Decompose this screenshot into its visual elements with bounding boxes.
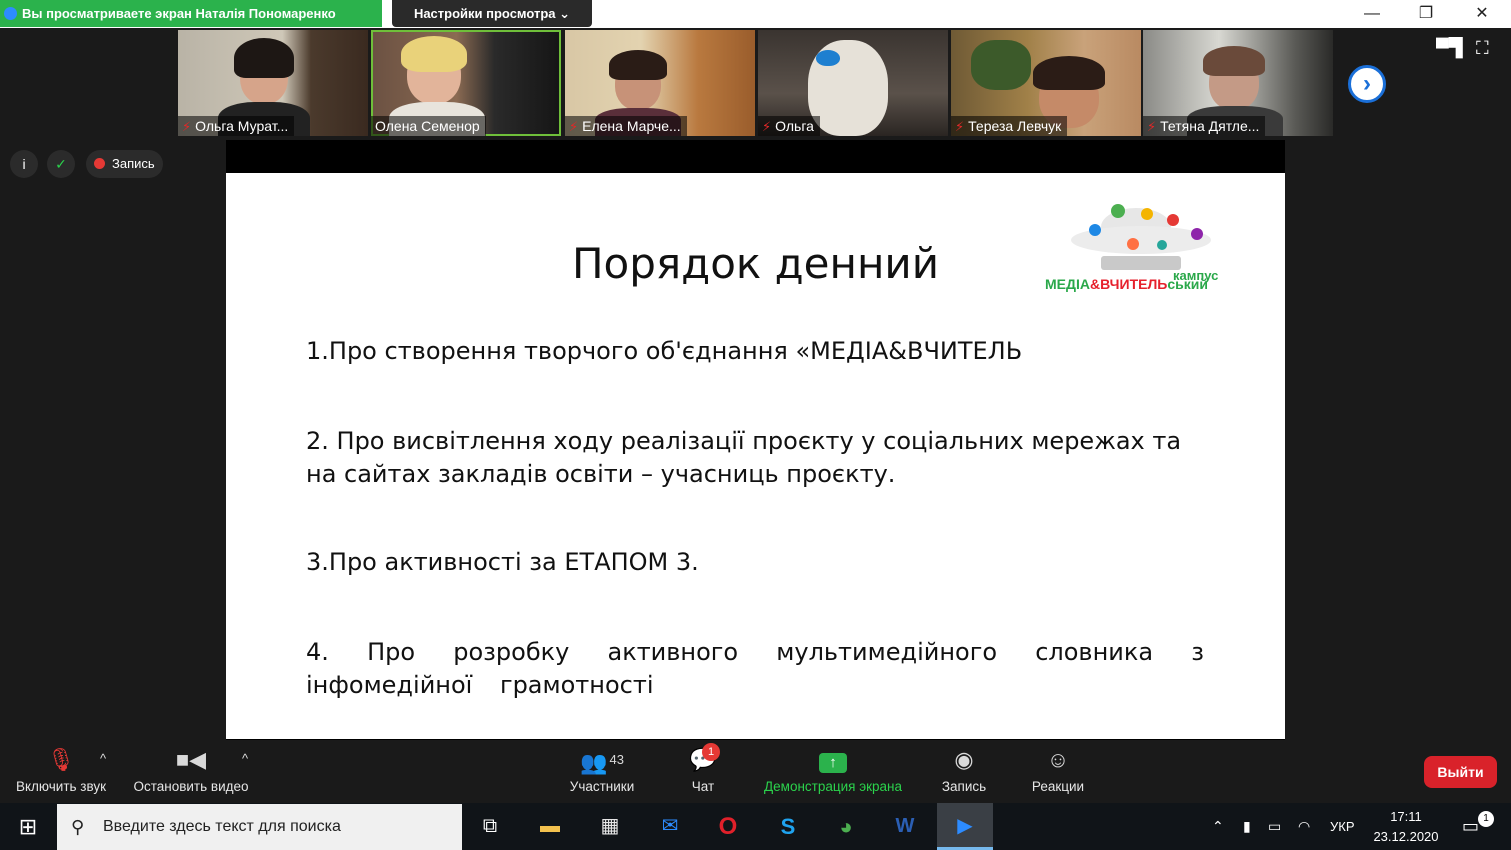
mail-icon[interactable]: ✉ [642,803,698,850]
notification-center-icon[interactable]: ▭ [1462,803,1479,850]
meeting-info-icon[interactable]: i [10,150,38,178]
video-tile[interactable]: ⚡ Елена Марче... [565,30,755,136]
video-camera-icon: ■◀ [175,747,207,772]
video-tile[interactable]: ⚡ Тереза Левчук [951,30,1141,136]
restore-button[interactable]: ❐ [1404,0,1448,27]
presentation-slide: кампус МЕДІА&ВЧИТЕЛЬський Порядок денний… [226,173,1285,739]
skype-icon[interactable]: S [760,803,816,850]
opera-browser-icon[interactable]: O [700,803,756,850]
search-icon: ⚲ [71,817,85,837]
minimize-button[interactable]: — [1350,0,1394,27]
participant-name-label: ⚡ Ольга Мурат... [178,116,295,136]
video-options-caret[interactable]: ^ [242,751,248,766]
agenda-item-1: 1.Про створення творчого об'єднання «МЕД… [306,337,1023,365]
notification-count-badge: 1 [1478,811,1494,827]
muted-mic-icon: ⚡ [1147,119,1157,134]
audio-options-caret[interactable]: ^ [100,751,106,766]
close-window-button[interactable]: ✕ [1460,0,1504,27]
muted-mic-icon: ⚡ [569,119,579,134]
recording-indicator[interactable]: Запись [86,150,163,178]
show-hidden-icons-chevron[interactable]: ⌃ [1212,803,1224,850]
store-icon[interactable]: ▦ [582,803,638,850]
logo-dot [1089,224,1101,236]
participant-video-strip: ⚡ Ольга Мурат... Олена Семенор ⚡ Елена Мар… [0,28,1511,138]
reactions-button[interactable]: ☺ Реакции [1026,741,1090,803]
muted-mic-icon: ⚡ [762,119,772,134]
agenda-item-2: 2. Про висвітлення ходу реалізації проєк… [306,427,1182,488]
video-tile[interactable]: ⚡ Ольга Мурат... [178,30,368,136]
participant-hair [234,38,294,78]
share-screen-button[interactable]: ↑ Демонстрация экрана [756,741,910,803]
participants-count: 43 [609,752,624,767]
smiley-plus-icon: ☺ [1046,747,1070,772]
agenda-item-3: 3.Про активності за ЕТАПОМ 3. [306,548,699,576]
layout-toggle-icon[interactable]: ▀▜ [1436,38,1463,59]
muted-microphone-icon: 🎙 [47,747,75,772]
wifi-icon[interactable]: ◠ [1298,803,1310,850]
taskbar-clock[interactable]: 17:11 23.12.2020 [1366,807,1446,847]
participant-name-label: Олена Семенор [371,116,486,136]
clock-date: 23.12.2020 [1373,829,1439,844]
logo-dot [1141,208,1153,220]
video-tile[interactable]: ⚡ Тетяна Дятле... [1143,30,1333,136]
fullscreen-icon[interactable]: ⛶ [1476,38,1489,59]
share-screen-icon: ↑ [819,753,847,773]
screen-share-banner: Вы просматриваете экран Наталія Пономаре… [0,0,382,27]
zoom-logo-icon [4,7,17,20]
participant-hair [609,50,667,80]
slide-title: Порядок денний [571,239,940,288]
recording-dot-icon [94,158,105,169]
muted-mic-icon: ⚡ [955,119,965,134]
taskbar-search-input[interactable]: ⚲ Введите здесь текст для поиска [57,804,462,850]
title-bar: Вы просматриваете экран Наталія Пономаре… [0,0,1511,28]
meeting-controls-toolbar: 🎙 Включить звук ^ ■◀ Остановить видео ^ … [0,741,1511,803]
input-language[interactable]: УКР [1330,803,1355,850]
share-banner-text: Вы просматриваете экран Наталія Пономаре… [22,6,336,21]
participant-name-label: ⚡ Ольга [758,116,820,136]
muted-mic-icon: ⚡ [182,119,192,134]
windows-taskbar: ⊞ ⚲ Введите здесь текст для поиска ⧉ ▬ ▦… [0,803,1511,850]
chat-unread-badge: 1 [702,743,720,761]
participants-button[interactable]: 👥 43 Участники [564,741,640,803]
battery-icon[interactable]: ▭ [1268,803,1281,850]
agenda-item-4: 4. Про розробку активного мультимедійног… [306,638,1204,699]
next-page-button[interactable]: › [1348,65,1386,103]
word-icon[interactable]: W [877,803,933,850]
clock-time: 17:11 [1390,809,1422,824]
chrome-icon[interactable]: ◕ [818,803,874,850]
view-options-button[interactable]: Настройки просмотра ⌄ [392,0,592,27]
leave-meeting-button[interactable]: Выйти [1424,756,1497,788]
participant-hair [401,36,467,72]
microphone-tray-icon[interactable]: ▮ [1243,803,1251,850]
task-view-icon[interactable]: ⧉ [462,803,518,850]
participant-name-label: ⚡ Тереза Левчук [951,116,1068,136]
stop-video-button[interactable]: ■◀ Остановить видео [128,741,254,803]
security-shield-icon[interactable]: ✓ [47,150,75,178]
participant-hair [1203,46,1265,76]
zoom-meeting-window: Вы просматриваете экран Наталія Пономаре… [0,0,1511,850]
participant-name-label: ⚡ Елена Марче... [565,116,687,136]
video-tile-active-speaker[interactable]: Олена Семенор [371,30,561,136]
participant-hair [1033,56,1105,90]
hair-clip [816,50,840,66]
houseplant [971,40,1031,90]
video-tile[interactable]: ⚡ Ольга [758,30,948,136]
windows-start-icon[interactable]: ⊞ [0,803,56,850]
zoom-app-icon[interactable]: ▶ [937,803,993,850]
chat-button[interactable]: 💬 1 Чат [680,741,726,803]
unmute-button[interactable]: 🎙 Включить звук [10,741,112,803]
participant-name-label: ⚡ Тетяна Дятле... [1143,116,1266,136]
logo-dot [1111,204,1125,218]
record-icon: ◉ [954,747,974,772]
participants-icon: 👥 [580,750,608,775]
logo-dot [1167,214,1179,226]
file-explorer-icon[interactable]: ▬ [522,803,578,850]
record-button[interactable]: ◉ Запись [936,741,992,803]
